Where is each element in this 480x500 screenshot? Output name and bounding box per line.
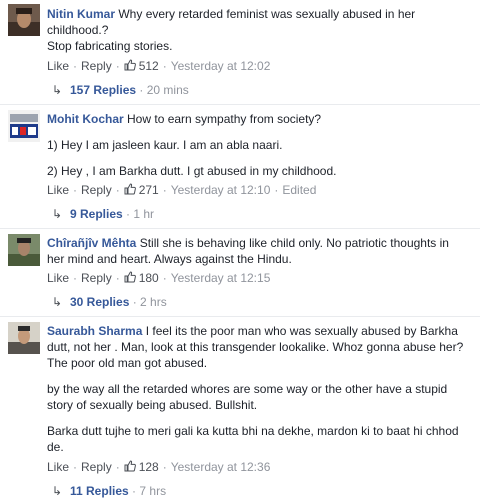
reply-button[interactable]: Reply	[81, 460, 112, 474]
like-button[interactable]: Like	[47, 460, 69, 474]
reply-arrow-icon: ↳	[52, 83, 63, 97]
reply-arrow-icon: ↳	[52, 484, 63, 498]
comment-text: 2) Hey , I am Barkha dutt. I gt abused i…	[47, 164, 337, 178]
like-count[interactable]: 512	[124, 59, 159, 73]
thumbs-up-icon	[124, 460, 136, 472]
like-button[interactable]: Like	[47, 59, 69, 73]
thumbs-up-icon	[124, 271, 136, 283]
like-button[interactable]: Like	[47, 271, 69, 285]
view-replies[interactable]: ↳ 11 Replies · 7 hrs	[52, 484, 166, 498]
comment-author[interactable]: Nitin Kumar	[47, 7, 115, 21]
replies-link[interactable]: 30 Replies	[70, 295, 129, 309]
like-count[interactable]: 128	[124, 460, 159, 474]
thumbs-up-icon	[124, 59, 136, 71]
comment-text: Barka dutt tujhe to meri gali ka kutta b…	[47, 424, 459, 454]
divider	[0, 228, 480, 229]
comment-timestamp[interactable]: Yesterday at 12:02	[171, 59, 271, 73]
comment-timestamp[interactable]: Yesterday at 12:36	[171, 460, 271, 474]
comment-author[interactable]: Chîrañjîv Mêhta	[47, 236, 136, 250]
avatar[interactable]	[8, 4, 40, 36]
comment-actions: Like · Reply · 128 · Yesterday at 12:36	[47, 460, 271, 474]
reply-button[interactable]: Reply	[81, 271, 112, 285]
like-count[interactable]: 271	[124, 183, 159, 197]
replies-time: 1 hr	[133, 207, 155, 221]
like-count[interactable]: 180	[124, 271, 159, 285]
reply-arrow-icon: ↳	[52, 295, 63, 309]
comment-author[interactable]: Saurabh Sharma	[47, 324, 142, 338]
replies-link[interactable]: 9 Replies	[70, 207, 123, 221]
comment-text: Stop fabricating stories.	[47, 39, 173, 53]
replies-time: 20 mins	[146, 83, 189, 97]
view-replies[interactable]: ↳ 30 Replies · 2 hrs	[52, 295, 167, 309]
replies-time: 7 hrs	[139, 484, 167, 498]
comment-text: 1) Hey I am jasleen kaur. I am an abla n…	[47, 138, 283, 152]
divider	[0, 316, 480, 317]
reply-button[interactable]: Reply	[81, 183, 112, 197]
avatar[interactable]	[8, 110, 40, 142]
comment-text: How to earn sympathy from society?	[127, 112, 322, 126]
thumbs-up-icon	[124, 183, 136, 195]
replies-link[interactable]: 157 Replies	[70, 83, 136, 97]
comment-text: by the way all the retarded whores are s…	[47, 382, 448, 412]
like-button[interactable]: Like	[47, 183, 69, 197]
comment-actions: Like · Reply · 271 · Yesterday at 12:10 · Edited	[47, 183, 317, 197]
reply-arrow-icon: ↳	[52, 207, 63, 221]
avatar[interactable]	[8, 234, 40, 266]
replies-time: 2 hrs	[140, 295, 167, 309]
comment-actions: Like · Reply · 512 · Yesterday at 12:02	[47, 59, 271, 73]
divider	[0, 104, 480, 105]
reply-button[interactable]: Reply	[81, 59, 112, 73]
replies-link[interactable]: 11 Replies	[70, 484, 129, 498]
avatar[interactable]	[8, 322, 40, 354]
edited-label[interactable]: Edited	[282, 183, 316, 197]
comment-timestamp[interactable]: Yesterday at 12:10	[171, 183, 271, 197]
view-replies[interactable]: ↳ 157 Replies · 20 mins	[52, 83, 189, 97]
comment-author[interactable]: Mohit Kochar	[47, 112, 124, 126]
comment-timestamp[interactable]: Yesterday at 12:15	[171, 271, 271, 285]
view-replies[interactable]: ↳ 9 Replies · 1 hr	[52, 207, 154, 221]
comment-actions: Like · Reply · 180 · Yesterday at 12:15	[47, 271, 271, 285]
